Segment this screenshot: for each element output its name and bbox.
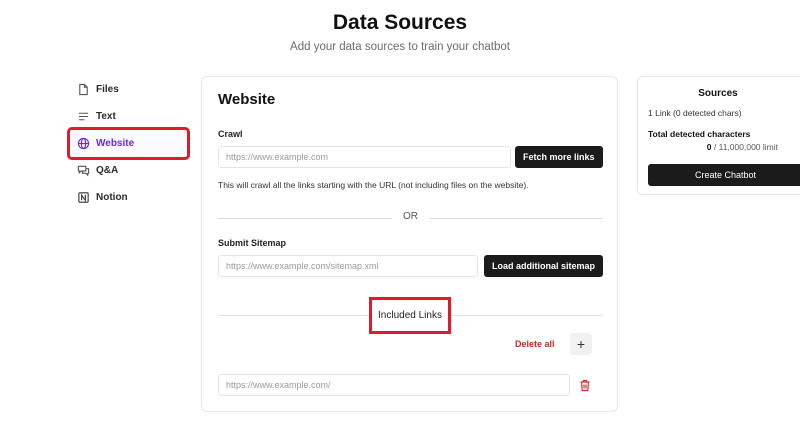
character-count: 0 / 11,000,000 limit: [707, 142, 778, 152]
notion-icon: [76, 191, 90, 205]
fetch-more-links-button[interactable]: Fetch more links: [515, 146, 603, 168]
sidebar-item-files[interactable]: Files: [70, 76, 188, 103]
sidebar-item-website[interactable]: Website: [67, 127, 190, 160]
page-subtitle: Add your data sources to train your chat…: [290, 41, 510, 53]
or-divider: OR: [218, 211, 603, 225]
website-title: Website: [218, 91, 276, 108]
load-additional-sitemap-button[interactable]: Load additional sitemap: [484, 255, 604, 277]
sidebar: Files Text Website Q&A Notion: [67, 76, 190, 211]
or-text: OR: [403, 211, 418, 222]
globe-icon: [76, 137, 90, 151]
total-characters-label: Total detected characters: [648, 129, 751, 139]
crawl-help-text: This will crawl all the links starting w…: [218, 180, 529, 190]
plus-icon: +: [576, 336, 586, 352]
crawl-url-input[interactable]: [218, 146, 511, 168]
sidebar-item-qa[interactable]: Q&A: [70, 157, 188, 184]
sidebar-item-notion[interactable]: Notion: [70, 184, 188, 211]
sources-summary: 1 Link (0 detected chars): [648, 108, 742, 118]
sitemap-label: Submit Sitemap: [218, 238, 287, 248]
sidebar-item-label: Files: [96, 84, 119, 95]
delete-all-button[interactable]: Delete all: [515, 339, 555, 349]
text-lines-icon: [76, 110, 90, 124]
sitemap-url-input[interactable]: [218, 255, 478, 277]
character-limit: / 11,000,000 limit: [713, 142, 778, 152]
trash-icon[interactable]: [579, 379, 591, 392]
create-chatbot-button[interactable]: Create Chatbot: [648, 164, 800, 186]
crawl-label: Crawl: [218, 129, 243, 139]
sidebar-item-label: Q&A: [96, 165, 119, 176]
sidebar-item-label: Website: [96, 138, 135, 149]
file-icon: [76, 83, 90, 97]
sidebar-item-label: Text: [96, 111, 116, 122]
chat-bubbles-icon: [76, 164, 90, 178]
page-title: Data Sources: [332, 11, 468, 34]
sidebar-item-text[interactable]: Text: [70, 103, 188, 130]
character-count-value: 0: [706, 142, 712, 152]
link-url-input[interactable]: [218, 374, 570, 396]
included-links-heading: Included Links: [369, 297, 451, 334]
sidebar-item-label: Notion: [96, 192, 128, 203]
divider-line: [429, 218, 603, 219]
website-card: Website Crawl Fetch more links This will…: [201, 76, 618, 412]
add-link-button[interactable]: +: [570, 333, 592, 355]
sources-panel: Sources 1 Link (0 detected chars) Total …: [637, 76, 800, 195]
sources-title: Sources: [698, 88, 738, 99]
